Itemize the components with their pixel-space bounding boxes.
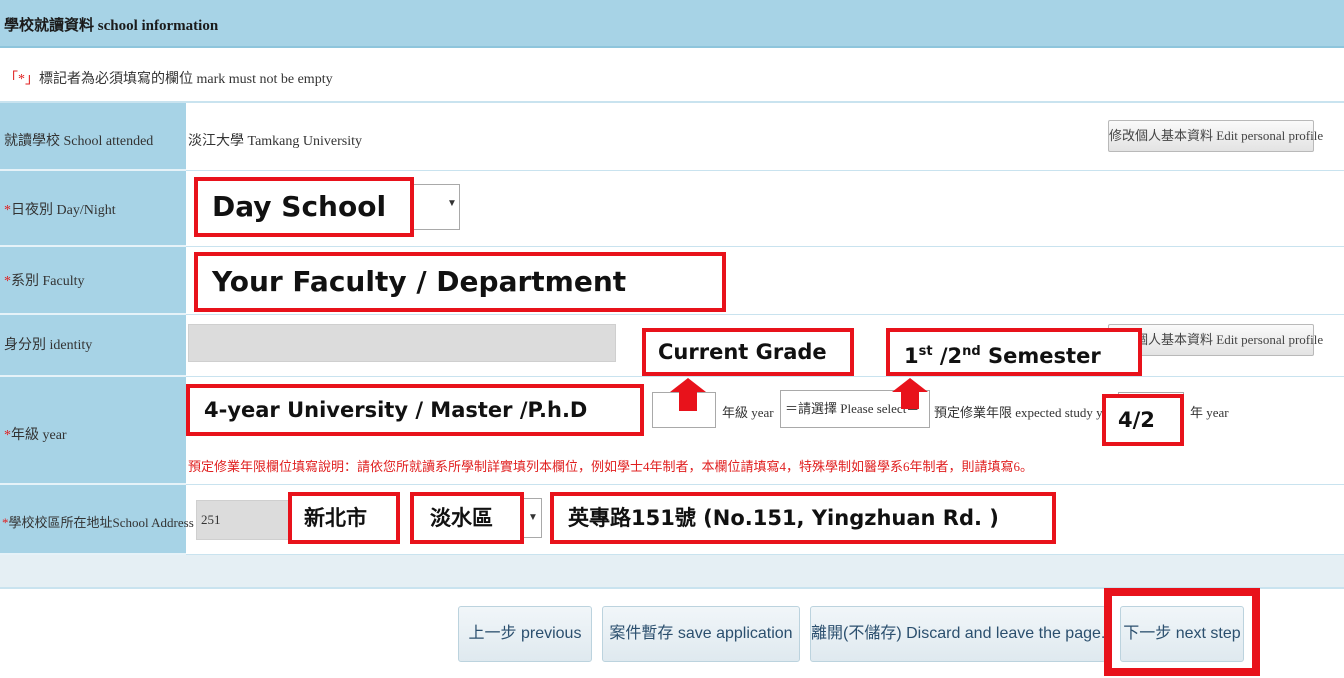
- annotation-city: 新北市: [288, 492, 400, 544]
- required-note: 「*」標記者為必須填寫的欄位 mark must not be empty: [4, 68, 333, 88]
- annotation-years: 4/2: [1102, 394, 1184, 446]
- discard-leave-button[interactable]: 離開(不儲存) Discard and leave the page.: [810, 606, 1106, 662]
- daynight-label: *日夜別 Day/Night: [4, 203, 116, 218]
- study-year-hint: 預定修業年限欄位填寫說明：請依您所就讀系所學制詳實填列本欄位，例如學士4年制者，…: [188, 459, 1034, 474]
- annotation-district: 淡水區: [410, 492, 524, 544]
- annotation-street: 英專路151號 (No.151, Yingzhuan Rd. ): [550, 492, 1056, 544]
- identity-label: 身分別 identity: [4, 338, 93, 353]
- previous-button[interactable]: 上一步 previous: [458, 606, 592, 662]
- save-application-button[interactable]: 案件暫存 save application: [602, 606, 800, 662]
- arrow-up-icon: [670, 378, 706, 392]
- identity-field: [188, 324, 616, 362]
- annotation-program: 4-year University / Master /P.h.D: [186, 384, 644, 436]
- zip-field: 251: [196, 500, 292, 540]
- year-label: *年級 year: [4, 428, 67, 443]
- edit-profile-button[interactable]: 修改個人基本資料 Edit personal profile: [1108, 120, 1323, 152]
- annotation-faculty: Your Faculty / Department: [194, 252, 726, 312]
- expected-study-label: 預定修業年限 expected study year: [934, 405, 1104, 420]
- arrow-stem: [901, 391, 919, 409]
- grade-suffix: 年級 year: [722, 405, 774, 420]
- next-step-button[interactable]: 下一步 next step: [1120, 606, 1244, 662]
- school-attended-value: 淡江大學 Tamkang University: [188, 134, 362, 149]
- address-label: *學校校區所在地址School Address: [2, 515, 194, 530]
- years-suffix: 年 year: [1190, 405, 1229, 420]
- section-title: 學校就讀資料 school information: [4, 18, 219, 34]
- required-marker: 「*」: [4, 72, 39, 87]
- faculty-label: *系別 Faculty: [4, 274, 85, 289]
- required-note-text: 標記者為必須填寫的欄位 mark must not be empty: [39, 72, 333, 87]
- annotation-current-grade: Current Grade: [642, 328, 854, 376]
- annotation-day-school: Day School: [194, 177, 414, 237]
- school-attended-label: 就讀學校 School attended: [4, 134, 154, 149]
- arrow-up-icon: [892, 378, 928, 392]
- footer-strip: [0, 555, 1344, 589]
- annotation-semester: 1st /2nd Semester: [886, 328, 1142, 376]
- arrow-stem: [679, 391, 697, 411]
- chevron-down-icon: ▼: [528, 512, 538, 523]
- chevron-down-icon: ▼: [447, 198, 457, 209]
